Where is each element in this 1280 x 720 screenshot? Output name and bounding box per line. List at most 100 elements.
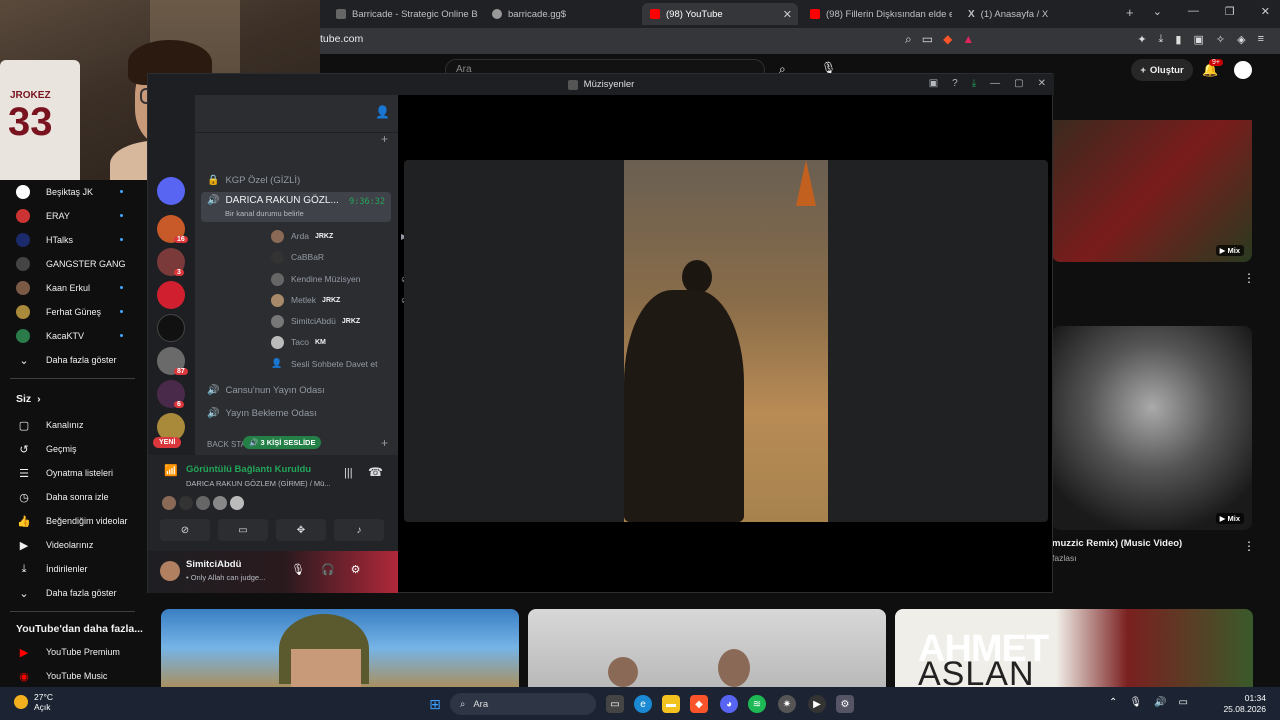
video-thumbnail[interactable]: ▶ Mix [1052, 326, 1252, 530]
add-channel-icon[interactable]: + [381, 436, 388, 450]
chevron-down-icon[interactable]: ⌄ [1153, 5, 1162, 18]
sidebar-item-history[interactable]: ↺ Geçmiş [0, 437, 145, 461]
cast-icon[interactable]: ▭ [922, 32, 933, 47]
avatar[interactable] [230, 496, 244, 510]
close-icon[interactable]: ✕ [1038, 78, 1046, 89]
channel-yayin-bekleme[interactable]: 🔊 Yayın Bekleme Odası [201, 403, 391, 423]
sidebar-item-yt-music[interactable]: ◉ YouTube Music [0, 664, 145, 688]
chevron-up-icon[interactable]: ⌃ [1109, 697, 1117, 708]
sidebar-item-ferhat-gunes[interactable]: Ferhat Güneş [0, 300, 145, 324]
invite-to-voice[interactable]: 👤Sesli Sohbete Davet et› [271, 355, 426, 373]
stream-video[interactable] [624, 160, 828, 522]
sidebar-item-downloads[interactable]: ⤓ İndirilenler [0, 557, 145, 581]
more-options-icon[interactable]: ⋮ [1243, 271, 1255, 285]
sidebar-item-besiktas[interactable]: Beşiktaş JK [0, 180, 145, 204]
add-member-icon[interactable]: 👤 [375, 105, 390, 119]
zoom-icon[interactable]: ⌕ [905, 32, 912, 47]
windows-start-icon[interactable]: ⊞ [426, 695, 444, 713]
sidebar-item-playlists[interactable]: ☰ Oynatma listeleri [0, 461, 145, 485]
sidebar-item-watch-later[interactable]: ◷ Daha sonra izle [0, 485, 145, 509]
channel-darica-rakun[interactable]: 🔊 DARICA RAKUN GÖZL... Bir kanal durumu … [201, 192, 391, 222]
camera-off-button[interactable]: ⊘ [160, 519, 210, 541]
show-more-button[interactable]: ⌄ Daha fazla göster [0, 348, 145, 372]
voice-user-kendine-muzisyen[interactable]: Kendine Müzisyen⊘⊘ [271, 270, 414, 288]
signal-icon[interactable]: 📶 [164, 464, 178, 477]
edge-icon[interactable]: e [634, 695, 652, 713]
tab-x[interactable]: X (1) Anasayfa / X [960, 3, 1110, 25]
avatar[interactable] [213, 496, 227, 510]
server-icon[interactable] [157, 177, 185, 205]
server-icon[interactable] [157, 281, 185, 309]
avatar[interactable] [196, 496, 210, 510]
settings-icon[interactable]: ⚙ [836, 695, 854, 713]
help-icon[interactable]: ? [952, 78, 958, 89]
you-section-header[interactable]: Siz › [0, 385, 145, 413]
inbox-icon[interactable]: ▣ [929, 78, 938, 89]
channel-status[interactable]: Bir kanal durumu belirle [225, 209, 304, 218]
sidebar-item-your-channel[interactable]: ▢ Kanalınız [0, 413, 145, 437]
show-more-button-2[interactable]: ⌄ Daha fazla göster [0, 581, 145, 605]
sidebar-item-eray[interactable]: ERAY [0, 204, 145, 228]
create-button[interactable]: + Oluştur [1131, 59, 1193, 81]
url-text[interactable]: tube.com [320, 33, 363, 45]
voice-channel-path[interactable]: DARICA RAKUN GÖZLEM (GİRME) / Mü... [186, 479, 331, 488]
download-icon[interactable]: ⤓ [1159, 33, 1164, 46]
soundboard-button[interactable]: ♪ [334, 519, 384, 541]
spotify-icon[interactable]: ≋ [748, 695, 766, 713]
sidebar-item-kacaktv[interactable]: KacaKTV [0, 324, 145, 348]
wallet-icon[interactable]: ▣ [1193, 33, 1203, 46]
noise-suppression-icon[interactable]: ||| [344, 467, 353, 479]
disconnect-icon[interactable]: ☎ [368, 465, 383, 479]
video-title[interactable]: muzzic Remix) (Music Video) [1052, 538, 1182, 549]
discord-icon[interactable]: ◕ [720, 695, 738, 713]
avatar[interactable] [1234, 61, 1252, 79]
channel-cansu[interactable]: 🔊 Cansu'nun Yayın Odası [201, 380, 391, 400]
clock[interactable]: 01:34 25.08.2026 [1223, 693, 1266, 715]
server-icon[interactable] [157, 314, 185, 342]
download-icon[interactable]: ⤓ [972, 78, 976, 89]
vpn-icon[interactable]: ◈ [1237, 33, 1245, 46]
video-thumbnail[interactable] [528, 609, 886, 687]
voice-user-taco[interactable]: Taco KM [271, 333, 326, 351]
voice-user-cabbar[interactable]: CaBBaR [271, 248, 324, 266]
media-player-icon[interactable]: ▶ [808, 695, 826, 713]
sidebar-item-liked[interactable]: 👍 Beğendiğim videolar [0, 509, 145, 533]
close-tab-icon[interactable]: ✕ [783, 8, 792, 21]
stream-stage[interactable] [404, 160, 1048, 522]
sidebar-icon[interactable]: ▮ [1175, 33, 1181, 46]
screen-share-button[interactable]: ▭ [218, 519, 268, 541]
video-thumbnail[interactable] [161, 609, 519, 687]
voice-user-arda[interactable]: ArdaJRKZ▶ [271, 227, 407, 245]
network-icon[interactable]: ▭ [1179, 697, 1188, 708]
sidebar-item-your-videos[interactable]: ▶ Videolarınız [0, 533, 145, 557]
microphone-icon[interactable]: 🎙 [1129, 697, 1142, 708]
more-options-icon[interactable]: ⋮ [1243, 539, 1255, 553]
server-header[interactable]: 👤 [195, 95, 398, 133]
maximize-icon[interactable]: ▢ [1014, 78, 1023, 89]
activities-button[interactable]: ✥ [276, 519, 326, 541]
new-badge[interactable]: YENİ [153, 437, 182, 448]
taskbar-search[interactable]: ⌕ Ara [450, 693, 596, 715]
minimize-icon[interactable]: — [990, 78, 1000, 89]
avatar[interactable] [160, 561, 180, 581]
sidebar-item-yt-premium[interactable]: ▶ YouTube Premium [0, 640, 145, 664]
tab-youtube-2[interactable]: (98) Fillerin Dişkısından elde edilen [802, 3, 952, 25]
sidebar-item-kaan-erkul[interactable]: Kaan Erkul [0, 276, 145, 300]
voice-user-simitciabdu[interactable]: SimitciAbdü JRKZ [271, 312, 360, 330]
leo-icon[interactable]: ✧ [1216, 33, 1225, 46]
menu-icon[interactable]: ≡ [1258, 33, 1264, 46]
voice-count-pill[interactable]: 🔊 3 KİŞİ SESLİDE [243, 436, 322, 449]
brave-shield-icon[interactable]: ◆ [943, 32, 952, 47]
minimize-icon[interactable]: — [1188, 5, 1199, 18]
avatar[interactable] [162, 496, 176, 510]
sidebar-item-htalks[interactable]: HTalks [0, 228, 145, 252]
brave-icon[interactable]: ◆ [690, 695, 708, 713]
tab-barricade-gg[interactable]: barricade.gg$ [484, 3, 634, 25]
channel-kgp[interactable]: 🔒 KGP Özel (GİZLİ) [201, 170, 391, 190]
avatar[interactable] [179, 496, 193, 510]
sidebar-item-gangster-gang[interactable]: GANGSTER GANG [0, 252, 145, 276]
extensions-icon[interactable]: ✦ [1137, 33, 1146, 46]
video-thumbnail[interactable]: ▶ Mix [1052, 120, 1252, 262]
add-channel-icon[interactable]: + [381, 132, 388, 146]
user-name[interactable]: SimitciAbdü [186, 559, 241, 570]
